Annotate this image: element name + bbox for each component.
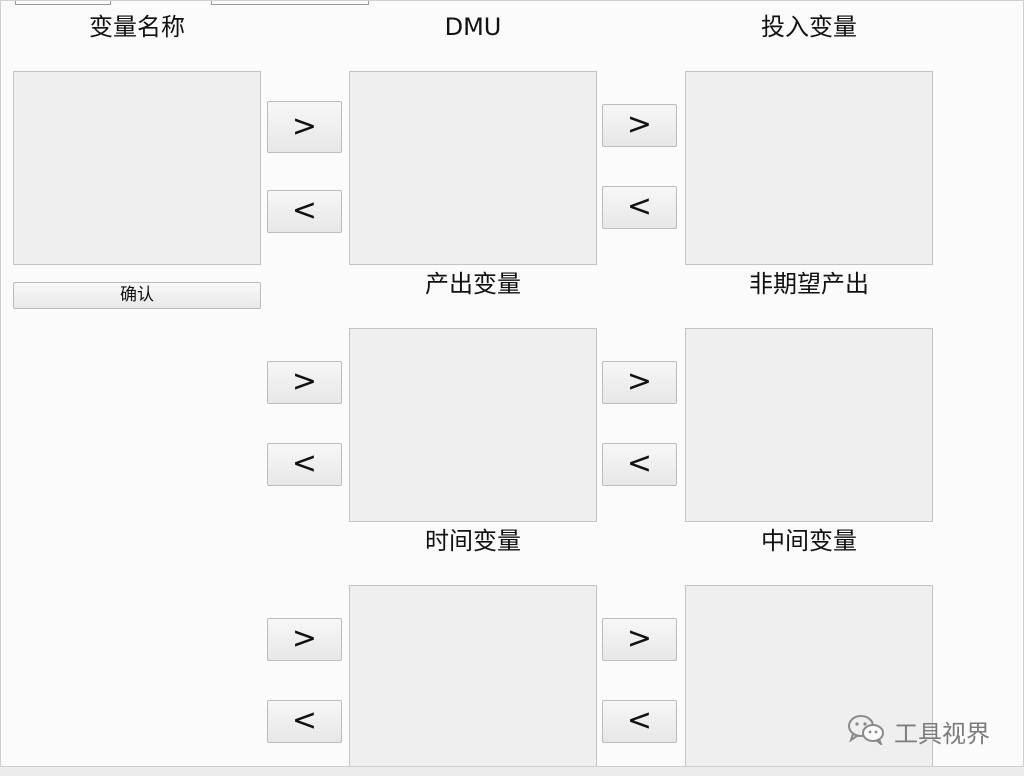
label-variable-names: 变量名称 <box>89 13 185 41</box>
add-to-undesired-button[interactable]: > <box>602 361 677 404</box>
label-output-vars: 产出变量 <box>425 270 521 298</box>
time-vars-listbox[interactable] <box>349 585 597 768</box>
variable-names-listbox[interactable] <box>13 71 261 265</box>
input-vars-listbox[interactable] <box>685 71 933 265</box>
remove-from-input-button[interactable]: < <box>602 186 677 229</box>
label-undesired-outputs: 非期望产出 <box>749 270 869 298</box>
watermark-text: 工具视界 <box>894 719 990 748</box>
remove-from-output-button[interactable]: < <box>267 443 342 486</box>
add-to-input-button[interactable]: > <box>602 104 677 147</box>
label-intermediate-vars: 中间变量 <box>761 527 857 555</box>
confirm-button[interactable]: 确认 <box>13 282 261 309</box>
remove-from-undesired-button[interactable]: < <box>602 443 677 486</box>
label-input-vars: 投入变量 <box>761 13 857 41</box>
top-edge-fragment <box>211 1 369 5</box>
undesired-outputs-listbox[interactable] <box>685 328 933 522</box>
output-vars-listbox[interactable] <box>349 328 597 522</box>
remove-from-intermediate-button[interactable]: < <box>602 700 677 743</box>
watermark: 工具视界 <box>846 713 990 749</box>
top-edge-fragment <box>15 1 111 5</box>
add-to-dmu-button[interactable]: > <box>267 101 342 153</box>
add-to-output-button[interactable]: > <box>267 361 342 404</box>
dmu-listbox[interactable] <box>349 71 597 265</box>
add-to-time-button[interactable]: > <box>267 618 342 661</box>
wechat-icon <box>846 713 886 749</box>
remove-from-time-button[interactable]: < <box>267 700 342 743</box>
label-dmu: DMU <box>444 13 502 41</box>
app-window: 变量名称 DMU 投入变量 > < > < 确认 产出变量 非期望产出 > < … <box>0 0 1024 768</box>
remove-from-dmu-button[interactable]: < <box>267 190 342 233</box>
add-to-intermediate-button[interactable]: > <box>602 618 677 661</box>
label-time-vars: 时间变量 <box>425 527 521 555</box>
